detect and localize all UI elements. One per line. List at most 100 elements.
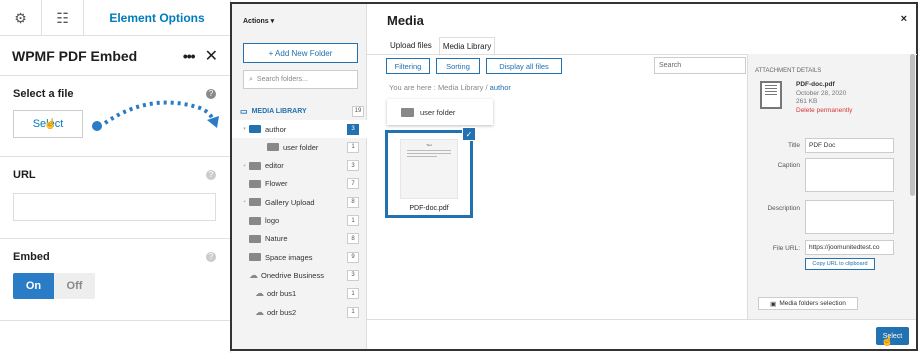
- gear-icon[interactable]: ⚙: [0, 0, 42, 36]
- folder-item[interactable]: user folder 1: [232, 138, 367, 156]
- expand-icon[interactable]: +: [240, 163, 249, 169]
- library-icon: ▭: [240, 106, 248, 116]
- folder-name: Nature: [265, 234, 288, 244]
- title-input[interactable]: PDF Doc: [805, 138, 894, 153]
- folder-icon: [249, 179, 261, 188]
- breadcrumb-link[interactable]: author: [490, 83, 511, 92]
- element-options-panel: ⚙ ☷ Element Options WPMF PDF Embed ••• ✕…: [0, 0, 231, 353]
- embed-toggle[interactable]: On Off: [13, 273, 95, 299]
- folder-item[interactable]: Space images 9: [232, 248, 367, 266]
- more-options-icon[interactable]: •••: [183, 48, 196, 64]
- folder-item[interactable]: + Gallery Upload 8: [232, 193, 367, 211]
- title-label: Title: [787, 142, 800, 149]
- folder-item[interactable]: Flower 7: [232, 175, 367, 193]
- description-input[interactable]: [805, 200, 894, 234]
- footer-divider: [367, 319, 916, 320]
- media-main: Media Upload files Media Library Filteri…: [367, 4, 917, 349]
- help-icon[interactable]: ?: [206, 252, 216, 262]
- url-label: File URL:: [772, 245, 800, 252]
- folder-icon: [267, 143, 279, 152]
- url-input[interactable]: [13, 193, 216, 221]
- pdf-preview: Test: [400, 139, 458, 199]
- media-modal: Actions ▾ + Add New Folder ⌕ Search folde…: [230, 2, 918, 351]
- folder-count: 3: [347, 269, 359, 281]
- folder-item[interactable]: logo 1: [232, 212, 367, 230]
- file-thumbnail[interactable]: Test PDF-doc.pdf ✓: [385, 127, 476, 218]
- close-icon[interactable]: ×: [901, 13, 907, 25]
- add-folder-button[interactable]: + Add New Folder: [243, 43, 358, 63]
- folder-item[interactable]: + editor 3: [232, 157, 367, 175]
- cloud-icon: ☁: [249, 269, 258, 280]
- details-heading: ATTACHMENT DETAILS: [755, 68, 822, 74]
- panel-tabs: ⚙ ☷ Element Options: [0, 0, 230, 36]
- sliders-icon[interactable]: ☷: [42, 0, 84, 36]
- panel-title: WPMF PDF Embed: [12, 47, 138, 64]
- media-folders-selection-button[interactable]: ▣ Media folders selection: [758, 297, 858, 310]
- folder-count: 8: [347, 233, 359, 245]
- media-library-root[interactable]: ▭ MEDIA LIBRARY 19: [240, 103, 364, 119]
- folder-name: odr bus1: [267, 289, 297, 299]
- attachment-details: ATTACHMENT DETAILS PDF-doc.pdf October 2…: [747, 54, 916, 319]
- file-url-input[interactable]: https://joomunitedtest.co: [805, 240, 894, 255]
- tab-element-options[interactable]: Element Options: [84, 0, 230, 35]
- caption-label: Caption: [777, 162, 800, 169]
- folder-item[interactable]: ☁ Onedrive Business 3: [232, 266, 367, 284]
- description-label: Description: [767, 205, 800, 212]
- folder-count: 1: [347, 288, 359, 300]
- folder-icon: [249, 216, 261, 225]
- file-info: PDF-doc.pdf October 28, 2020 261 KB Dele…: [796, 81, 853, 116]
- modal-title: Media: [387, 13, 424, 28]
- embed-label: Embed: [13, 251, 50, 263]
- subfolder-card[interactable]: user folder: [387, 99, 493, 125]
- breadcrumb: You are here : Media Library / author: [389, 83, 511, 92]
- sort-button[interactable]: Sorting: [436, 58, 480, 74]
- folder-count: 3: [347, 160, 359, 172]
- folder-name: editor: [265, 161, 284, 171]
- url-section: URL ?: [0, 157, 230, 239]
- filter-button[interactable]: Filtering: [386, 58, 430, 74]
- close-icon[interactable]: ✕: [205, 46, 218, 66]
- help-icon[interactable]: ?: [206, 170, 216, 180]
- folder-name: odr bus2: [267, 307, 297, 317]
- folder-icon: [401, 107, 414, 117]
- folder-icon: [249, 198, 261, 207]
- folder-icon: [249, 125, 261, 133]
- folder-icon: [249, 253, 261, 262]
- delete-link[interactable]: Delete permanently: [796, 107, 852, 116]
- folder-item[interactable]: ☁ odr bus2 1: [232, 303, 367, 321]
- hand-cursor-icon: ☝: [44, 119, 57, 130]
- folder-icon: [249, 234, 261, 243]
- expand-icon[interactable]: +: [240, 199, 249, 205]
- dotted-arrow: [92, 100, 219, 131]
- caption-input[interactable]: [805, 158, 894, 192]
- embed-section: Embed ? On Off: [0, 239, 230, 321]
- media-search-input[interactable]: Search: [654, 57, 746, 74]
- folder-name: user folder: [283, 142, 319, 152]
- scrollbar[interactable]: [910, 54, 915, 196]
- display-all-button[interactable]: Display all files: [486, 58, 562, 74]
- toggle-off[interactable]: Off: [54, 273, 95, 299]
- folder-name: author: [265, 124, 287, 134]
- url-label: URL: [13, 169, 36, 181]
- hand-cursor-icon: ☝: [881, 336, 894, 347]
- actions-menu[interactable]: Actions ▾: [243, 17, 274, 25]
- search-folders-input[interactable]: ⌕ Search folders...: [243, 70, 358, 89]
- folder-count: 1: [347, 215, 359, 226]
- folder-item[interactable]: ▾ author 3: [232, 120, 367, 138]
- folder-item[interactable]: ☁ odr bus1 1: [232, 285, 367, 303]
- file-name: PDF-doc.pdf: [409, 205, 449, 212]
- folder-name: Gallery Upload: [265, 197, 315, 207]
- folder-item[interactable]: Nature 8: [232, 230, 367, 248]
- expand-icon[interactable]: ▾: [240, 126, 249, 132]
- folder-count: 1: [347, 306, 359, 318]
- document-icon: [760, 81, 782, 109]
- folder-panel: Actions ▾ + Add New Folder ⌕ Search folde…: [232, 4, 367, 349]
- folder-count: 9: [347, 251, 359, 263]
- copy-url-button[interactable]: Copy URL to clipboard: [805, 258, 875, 270]
- folder-count: 3: [347, 123, 359, 135]
- folder-count: 7: [347, 178, 359, 190]
- cloud-icon: ☁: [255, 306, 264, 317]
- toggle-on[interactable]: On: [13, 273, 54, 299]
- cloud-icon: ☁: [255, 288, 264, 299]
- check-icon[interactable]: ✓: [462, 127, 476, 141]
